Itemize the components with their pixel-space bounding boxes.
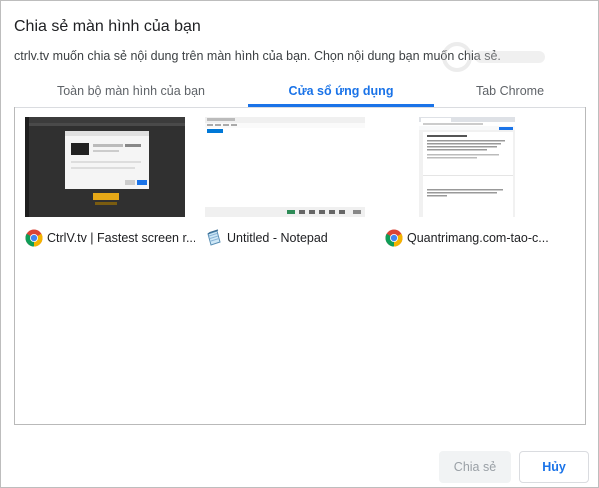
window-title: CtrlV.tv | Fastest screen r...	[47, 231, 195, 245]
window-label: Untitled - Notepad	[205, 227, 375, 249]
window-title: Quantrimang.com-tao-c...	[407, 231, 549, 245]
window-option-ctrlv[interactable]: CtrlV.tv | Fastest screen r...	[25, 117, 195, 247]
chrome-icon	[385, 229, 403, 247]
watermark-logo	[442, 42, 545, 72]
window-option-notepad[interactable]: Untitled - Notepad	[205, 117, 369, 246]
window-thumbnail	[205, 117, 365, 217]
share-button[interactable]: Chia sẻ	[439, 451, 511, 483]
tab-chrome-tab[interactable]: Tab Chrome	[434, 77, 586, 107]
cancel-button[interactable]: Hủy	[519, 451, 589, 483]
window-thumbnail	[385, 117, 545, 217]
chrome-icon	[25, 229, 43, 247]
share-screen-dialog: Chia sẻ màn hình của bạn ctrlv.tv muốn c…	[0, 0, 599, 488]
dialog-subtitle: ctrlv.tv muốn chia sẻ nội dung trên màn …	[14, 49, 501, 63]
dialog-title: Chia sẻ màn hình của bạn	[14, 18, 201, 35]
window-list: CtrlV.tv | Fastest screen r... Untitled …	[14, 107, 586, 425]
tab-entire-screen[interactable]: Toàn bộ màn hình của bạn	[14, 77, 248, 107]
window-thumbnail	[25, 117, 185, 217]
source-tabs: Toàn bộ màn hình của bạn Cửa sổ ứng dụng…	[14, 77, 586, 108]
window-label: CtrlV.tv | Fastest screen r...	[25, 227, 195, 249]
tab-application-window[interactable]: Cửa sổ ứng dụng	[248, 77, 434, 107]
notepad-icon	[207, 229, 221, 246]
window-title: Untitled - Notepad	[227, 231, 328, 245]
window-label: Quantrimang.com-tao-c...	[385, 227, 555, 249]
window-option-quantrimang[interactable]: Quantrimang.com-tao-c...	[385, 117, 549, 247]
